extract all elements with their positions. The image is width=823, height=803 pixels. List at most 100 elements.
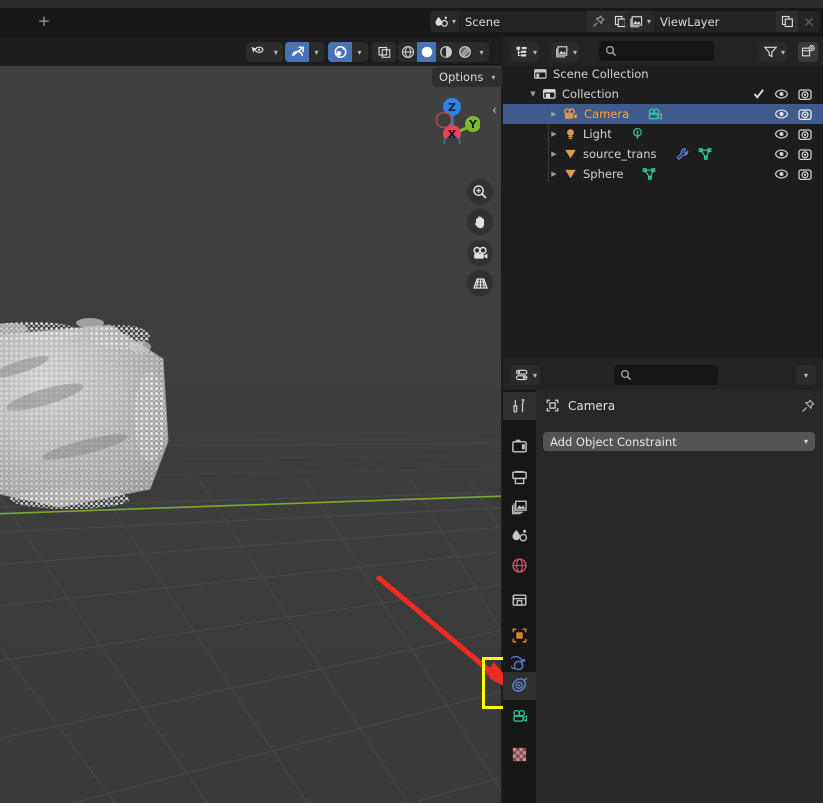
orthographic-toggle-icon[interactable] (467, 270, 493, 296)
scene-tab[interactable] (503, 522, 536, 550)
render-visibility-icon[interactable] (798, 128, 812, 141)
outliner-search-input[interactable] (599, 41, 714, 61)
render-visibility-icon[interactable] (798, 148, 812, 161)
object-icon (546, 399, 559, 412)
properties-panel-body (536, 390, 823, 803)
eye-visibility-icon[interactable] (774, 128, 789, 140)
properties-editor-type-dropdown[interactable]: ▾ (511, 365, 541, 385)
viewport-options-label: Options (439, 70, 484, 84)
search-icon (620, 369, 632, 381)
camera-object-icon (564, 108, 577, 119)
properties-options-dropdown[interactable]: ▾ (796, 365, 816, 385)
outliner-row-camera[interactable]: ▶ Camera (503, 104, 823, 124)
eye-visibility-icon[interactable] (774, 168, 789, 180)
snap-transform-icon[interactable] (285, 42, 309, 62)
properties-search-input[interactable] (614, 365, 718, 385)
outliner-row-sphere[interactable]: ▶ Sphere (503, 164, 823, 184)
view-layer-close-icon[interactable] (798, 11, 821, 32)
proportional-edit-icon[interactable] (328, 42, 352, 62)
svg-text:Y: Y (468, 118, 478, 131)
scene-icon[interactable]: ▾ (430, 11, 460, 32)
light-data-icon (632, 127, 642, 140)
chevron-down-icon: ▾ (781, 47, 786, 57)
material-preview-shading[interactable] (436, 42, 455, 62)
outliner-row-label: Scene Collection (553, 67, 649, 81)
outliner-row-source-trans[interactable]: ▶ source_trans (503, 144, 823, 164)
object-visibility-icon[interactable] (246, 42, 269, 62)
scene-name-field[interactable]: Scene (459, 11, 588, 32)
eye-visibility-icon[interactable] (774, 88, 789, 100)
view-layer-new-icon[interactable] (776, 11, 799, 32)
object-constraint-icon (511, 677, 528, 692)
solid-shading[interactable] (417, 42, 436, 62)
view-layer-tab[interactable] (503, 493, 536, 521)
disclosure-triangle-icon[interactable]: ▶ (548, 170, 560, 178)
wireframe-shading[interactable] (398, 42, 417, 62)
scene-pin-icon[interactable] (587, 11, 610, 32)
snap-transform-dropdown[interactable]: ▾ (285, 42, 324, 62)
outliner-row-scene-collection[interactable]: Scene Collection (503, 64, 823, 84)
chevron-down-icon[interactable]: ▾ (269, 42, 283, 62)
checkbox-checked-icon[interactable] (753, 88, 765, 100)
view-layer-datablock[interactable]: ▾ ViewLayer (625, 11, 821, 32)
viewport-grid (0, 37, 501, 803)
physics-constraints-tab[interactable] (503, 672, 536, 700)
outliner-row-label: Sphere (583, 167, 624, 181)
mesh-data-icon (698, 148, 711, 160)
render-visibility-icon[interactable] (798, 88, 812, 101)
camera-view-icon[interactable] (467, 240, 493, 266)
eye-visibility-icon[interactable] (774, 108, 789, 120)
render-tab[interactable] (503, 432, 536, 460)
view-layer-icon[interactable]: ▾ (625, 11, 655, 32)
camera-data-icon (648, 108, 663, 120)
3d-viewport[interactable] (0, 37, 501, 803)
falloff-circle-glyph (334, 46, 346, 58)
outliner-row-collection[interactable]: ▼ Collection (503, 84, 823, 104)
chevron-down-icon[interactable]: ▾ (309, 42, 324, 62)
disclosure-triangle-icon[interactable]: ▼ (527, 90, 539, 98)
object-tab[interactable] (503, 621, 536, 649)
shading-mode-group[interactable]: ▾ (398, 42, 489, 62)
outliner-display-mode-dropdown[interactable]: ▾ (511, 42, 540, 62)
outliner-filter-id-dropdown[interactable]: ▾ (551, 42, 580, 62)
properties-pin-button[interactable] (801, 399, 815, 413)
toggle-xray-icon[interactable] (372, 42, 396, 62)
collection-tab[interactable] (503, 586, 536, 614)
gizmo-axes: Z Y X (435, 98, 481, 153)
navigation-gizmo[interactable]: Z Y X (428, 92, 481, 153)
object-data-tab[interactable] (503, 702, 536, 730)
object-visibility-dropdown[interactable]: ▾ (246, 42, 283, 62)
world-tab[interactable] (503, 551, 536, 579)
new-collection-icon[interactable] (798, 42, 818, 62)
viewport-options-button[interactable]: Options ▾ (432, 67, 503, 87)
proportional-edit-dropdown[interactable]: ▾ (328, 42, 368, 62)
workspace-tab-partial[interactable]: g (0, 14, 10, 30)
add-workspace-tab-button[interactable]: + (36, 13, 52, 29)
pan-tool-icon[interactable] (467, 209, 493, 235)
tool-tab[interactable] (503, 392, 536, 420)
texture-checker-icon (512, 747, 527, 761)
render-visibility-icon[interactable] (798, 108, 812, 121)
output-tab[interactable] (503, 463, 536, 491)
disclosure-triangle-icon[interactable]: ▶ (548, 130, 560, 138)
zoom-tool-icon[interactable] (467, 179, 493, 205)
cursor-eye-glyph (251, 46, 264, 53)
toggle-xray-button[interactable] (372, 42, 396, 62)
outliner-filter-dropdown[interactable]: ▾ (759, 42, 788, 62)
disclosure-triangle-icon[interactable]: ▶ (548, 150, 560, 158)
chevron-down-icon[interactable]: ▾ (352, 42, 367, 62)
mesh-object-icon (565, 169, 576, 179)
tool-screwdriver-wrench-icon (513, 398, 525, 413)
disclosure-triangle-icon[interactable]: ▶ (548, 110, 560, 118)
outliner-row-light[interactable]: ▶ Light (503, 124, 823, 144)
eye-visibility-icon[interactable] (774, 148, 789, 160)
scene-datablock[interactable]: ▾ Scene (430, 11, 654, 32)
texture-tab[interactable] (503, 740, 536, 768)
sidebar-collapse-icon[interactable]: ‹ (492, 103, 497, 117)
material-sphere-glyph (439, 46, 452, 58)
view-layer-name-field[interactable]: ViewLayer (654, 11, 777, 32)
chevron-down-icon[interactable]: ▾ (474, 42, 489, 62)
add-object-constraint-dropdown[interactable]: Add Object Constraint ▾ (543, 432, 815, 451)
rendered-shading[interactable] (455, 42, 474, 62)
render-visibility-icon[interactable] (798, 168, 812, 181)
